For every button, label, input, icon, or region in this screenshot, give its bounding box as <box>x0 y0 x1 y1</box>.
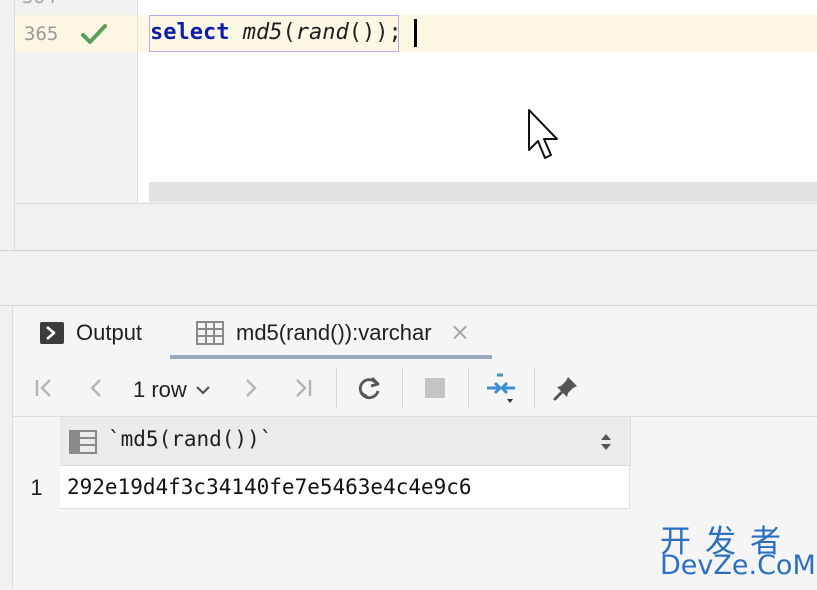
editor-bottom-area <box>15 203 817 251</box>
panel-splitter[interactable] <box>0 250 817 306</box>
row-count-selector[interactable]: 1 row <box>133 374 211 406</box>
horizontal-scrollbar[interactable] <box>149 182 817 202</box>
tab-output-label: Output <box>76 320 143 345</box>
sort-icon[interactable] <box>600 432 612 452</box>
last-page-button[interactable] <box>287 372 319 404</box>
first-page-icon <box>35 379 51 397</box>
toolbar-separator <box>534 368 535 408</box>
prev-page-icon <box>90 379 101 397</box>
editor-left-strip <box>0 0 15 250</box>
compare-button[interactable] <box>485 372 517 404</box>
next-page-icon <box>246 379 257 397</box>
tab-output[interactable]: Output <box>40 316 142 350</box>
last-page-icon <box>296 379 312 397</box>
table-grid-icon <box>196 321 224 345</box>
close-tab-icon[interactable]: × <box>450 318 470 346</box>
next-page-button[interactable] <box>235 372 267 404</box>
function-md5: md5 <box>242 20 283 45</box>
prev-page-button[interactable] <box>80 372 112 404</box>
function-rand: rand <box>295 20 349 45</box>
sql-statement[interactable]: select md5(rand()); <box>150 20 402 45</box>
row-number: 1 <box>30 474 43 500</box>
row-number-header <box>13 417 60 465</box>
first-page-button[interactable] <box>28 372 60 404</box>
stop-button[interactable] <box>419 372 451 404</box>
results-left-strip <box>0 306 13 589</box>
line-number: 365 <box>24 23 59 45</box>
output-console-icon <box>40 322 64 344</box>
toolbar-separator <box>402 368 403 408</box>
toolbar-separator <box>336 368 337 408</box>
tab-result-label: md5(rand()):varchar <box>236 320 432 345</box>
toolbar-separator <box>468 368 469 408</box>
column-icon <box>69 430 97 454</box>
column-title: `md5(rand())` <box>108 427 273 451</box>
tab-result-content[interactable]: md5(rand()):varchar <box>196 316 432 350</box>
text-caret <box>414 19 417 47</box>
pin-button[interactable] <box>550 372 582 404</box>
chevron-down-icon <box>196 386 210 395</box>
mouse-pointer-icon <box>528 109 558 159</box>
code-rest: ()); <box>348 20 402 45</box>
watermark-logo-en: DevZe.CoM <box>660 550 816 581</box>
refresh-icon <box>358 377 380 400</box>
check-icon <box>81 24 107 44</box>
refresh-button[interactable] <box>353 372 385 404</box>
active-tab-indicator <box>170 355 492 359</box>
previous-line-number: 364 <box>22 0 56 8</box>
sql-keyword-select: select <box>150 20 230 45</box>
cell-value: 292e19d4f3c34140fe7e5463e4c4e9c6 <box>67 475 472 499</box>
pin-icon <box>553 377 577 401</box>
stop-icon <box>425 378 445 398</box>
paren-open: ( <box>282 20 296 45</box>
row-count-label: 1 row <box>133 377 187 402</box>
compare-icon <box>487 373 515 403</box>
